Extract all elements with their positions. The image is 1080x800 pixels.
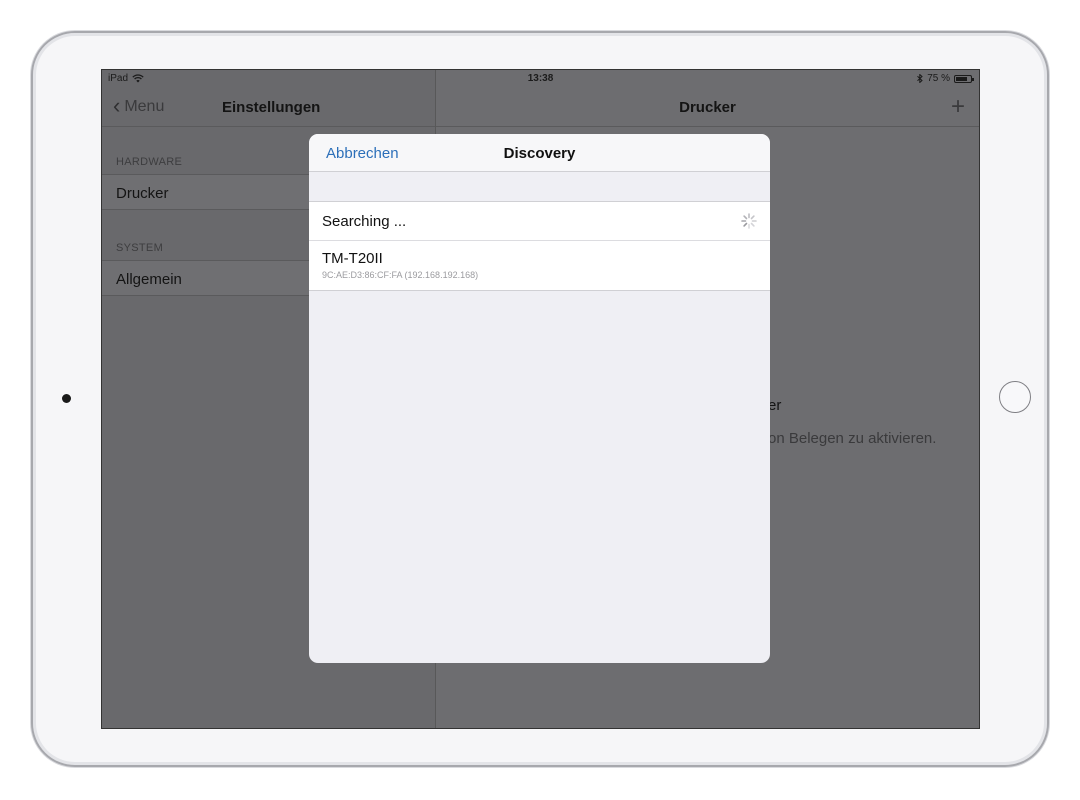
detail-navigation-bar: Drucker + <box>436 88 979 127</box>
front-camera <box>62 394 71 403</box>
sidebar-navigation-bar: ‹ Menu Einstellungen <box>102 88 435 127</box>
searching-row: Searching ... <box>309 202 770 241</box>
status-time: 13:38 <box>527 73 554 84</box>
sidebar-item-label: Allgemein <box>116 271 182 288</box>
battery-icon <box>954 74 974 83</box>
bluetooth-icon <box>917 74 923 83</box>
home-button[interactable] <box>999 381 1031 413</box>
discovery-list: Searching ... TM-T20II 9C:AE:D3:86:CF:FA… <box>309 201 770 291</box>
sidebar-title: Einstellungen <box>222 99 321 116</box>
chevron-left-icon: ‹ <box>113 93 121 118</box>
device-row-tm-t20ii[interactable]: TM-T20II 9C:AE:D3:86:CF:FA (192.168.192.… <box>309 241 770 290</box>
status-bar: iPad 13:38 75 % <box>102 70 979 88</box>
searching-label: Searching ... <box>322 213 407 230</box>
battery-level <box>956 76 967 81</box>
activity-spinner-icon <box>741 213 757 229</box>
discovery-modal: Abbrechen Discovery Searching ... TM-T20… <box>309 134 770 663</box>
section-header-system: SYSTEM <box>116 242 164 254</box>
battery-percent: 75 % <box>927 73 950 84</box>
modal-navigation-bar: Abbrechen Discovery <box>309 134 770 172</box>
empty-state-title: er <box>768 397 782 414</box>
empty-state-description: on Belegen zu aktivieren. <box>768 430 937 447</box>
device-address: 9C:AE:D3:86:CF:FA (192.168.192.168) <box>322 270 479 280</box>
detail-title: Drucker <box>679 99 736 116</box>
modal-title: Discovery <box>503 145 576 162</box>
back-label: Menu <box>124 98 165 115</box>
plus-icon: + <box>950 93 965 120</box>
section-header-hardware: HARDWARE <box>116 156 183 168</box>
back-button[interactable]: ‹ Menu <box>113 93 165 118</box>
sidebar-item-label: Drucker <box>116 185 169 202</box>
device-name: TM-T20II <box>322 250 383 267</box>
add-printer-button[interactable]: + <box>951 93 965 121</box>
